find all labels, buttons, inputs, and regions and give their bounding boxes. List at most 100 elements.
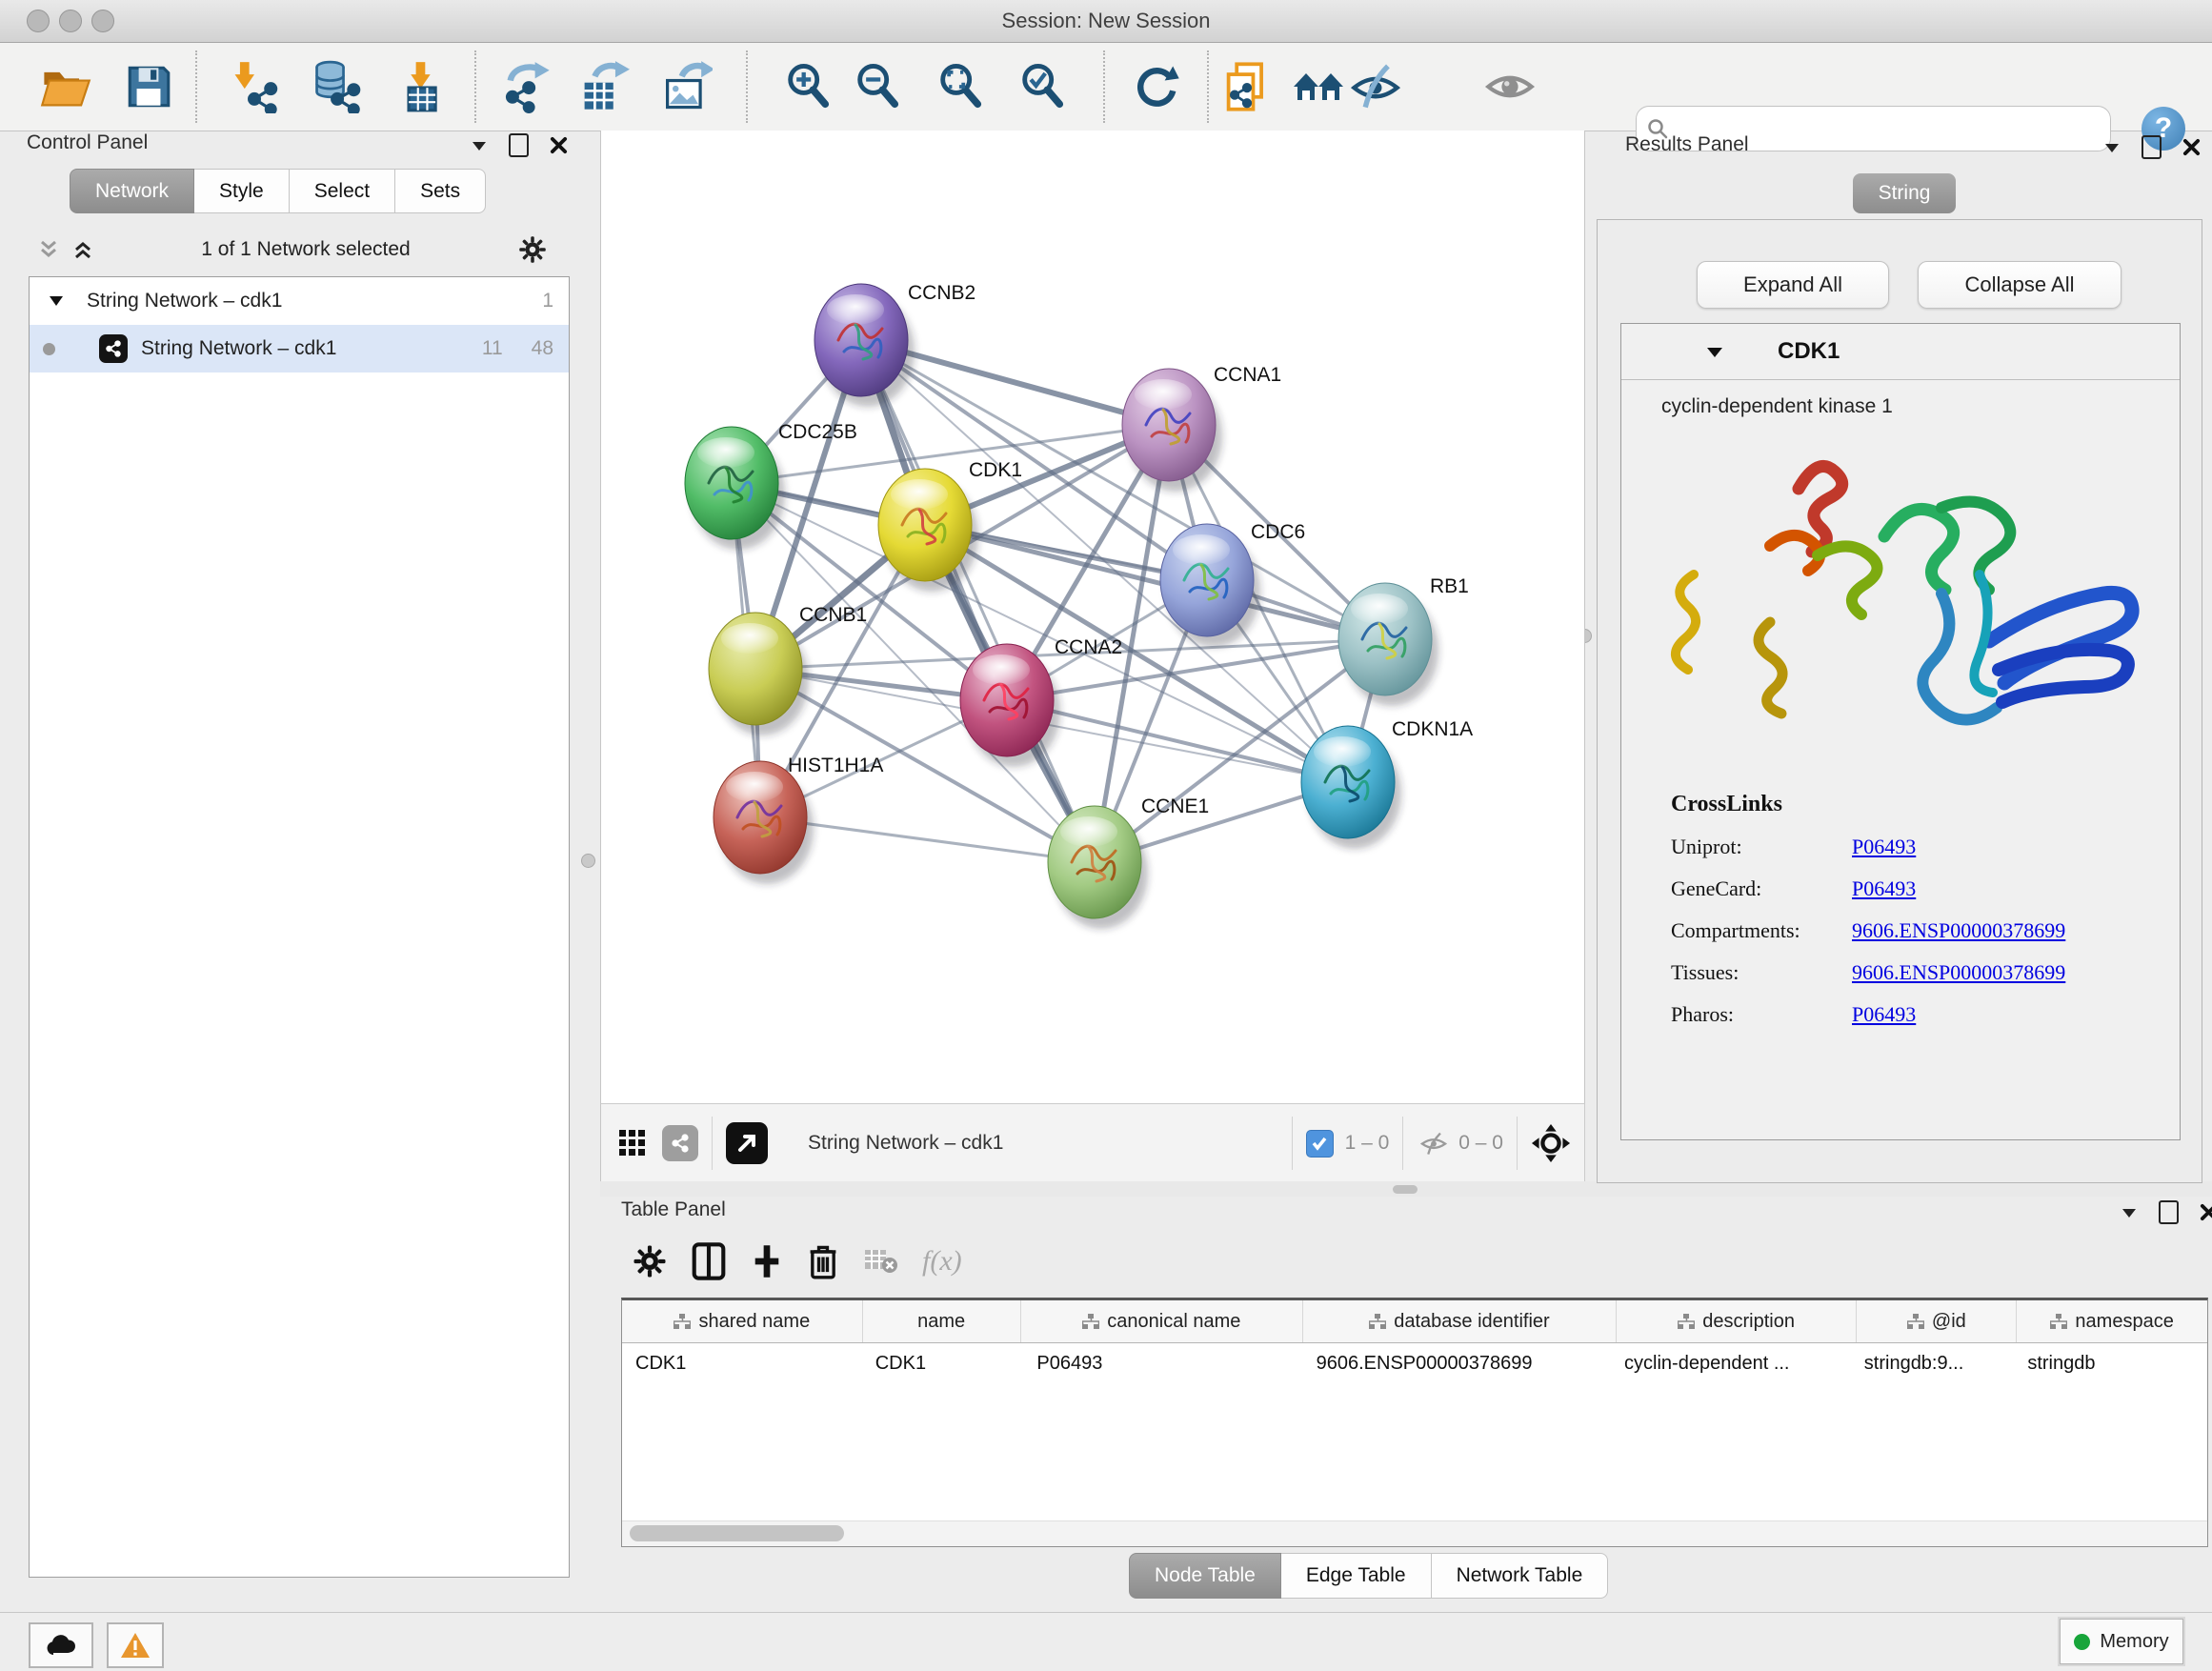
cell-canonical-name[interactable]: P06493	[1023, 1343, 1302, 1383]
panel-collapse-icon[interactable]	[471, 139, 488, 152]
network-canvas[interactable]: CCNB2CCNA1CDC25BCDK1CDC6RB1CCNB1CCNA2CDK…	[600, 131, 1585, 1103]
crosslink-pharos-link[interactable]: P06493	[1852, 1002, 1916, 1027]
panel-close-icon[interactable]	[2182, 138, 2201, 156]
current-network-title: String Network – cdk1	[808, 1132, 1003, 1155]
collapse-all-trees-icon[interactable]	[38, 239, 59, 260]
node-CCNB2[interactable]: CCNB2	[814, 282, 975, 407]
crosslink-genecard-link[interactable]: P06493	[1852, 876, 1916, 901]
column-header-database-identifier[interactable]: database identifier	[1303, 1300, 1617, 1342]
pan-crosshair-icon[interactable]	[1531, 1123, 1571, 1163]
network-collection-row[interactable]: String Network – cdk1 1	[30, 277, 569, 325]
column-header-shared-name[interactable]: shared name	[622, 1300, 863, 1342]
column-header-description[interactable]: description	[1617, 1300, 1858, 1342]
selected-checkbox[interactable]	[1306, 1130, 1334, 1158]
panel-float-icon[interactable]	[509, 133, 529, 157]
cloud-status-button[interactable]	[29, 1622, 93, 1668]
crosslink-compartments-link[interactable]: 9606.ENSP00000378699	[1852, 918, 2065, 943]
import-network-from-database-button[interactable]	[302, 52, 371, 121]
crosslink-row: Compartments: 9606.ENSP00000378699	[1671, 918, 2180, 943]
eye-slash-icon	[1349, 60, 1402, 113]
edge-CCNB2-CCNE1[interactable]	[861, 340, 1095, 862]
tab-edge-table[interactable]: Edge Table	[1281, 1553, 1432, 1599]
open-in-new-window-button[interactable]	[726, 1122, 768, 1164]
apply-layout-refresh-button[interactable]	[1122, 52, 1191, 121]
tab-network[interactable]: Network	[70, 169, 194, 213]
export-table-button[interactable]	[569, 52, 637, 121]
tab-node-table[interactable]: Node Table	[1129, 1553, 1281, 1599]
node-CDC6[interactable]: CDC6	[1160, 521, 1305, 647]
column-header-id[interactable]: @id	[1857, 1300, 2017, 1342]
node-CCNE1[interactable]: CCNE1	[1048, 795, 1209, 929]
warnings-button[interactable]	[107, 1622, 164, 1668]
tree-expand-icon[interactable]	[49, 295, 64, 307]
import-table-button[interactable]	[387, 52, 455, 121]
import-network-button[interactable]	[220, 52, 289, 121]
crosslink-tissues-link[interactable]: 9606.ENSP00000378699	[1852, 960, 2065, 985]
delete-column-trash-icon[interactable]	[808, 1243, 838, 1279]
expand-all-button[interactable]: Expand All	[1697, 261, 1889, 309]
network-graph[interactable]: CCNB2CCNA1CDC25BCDK1CDC6RB1CCNB1CCNA2CDK…	[601, 131, 1584, 1103]
export-image-button[interactable]	[652, 52, 720, 121]
panel-collapse-icon[interactable]	[2121, 1206, 2138, 1219]
node-label-HIST1H1A: HIST1H1A	[788, 755, 883, 776]
cell-description[interactable]: cyclin-dependent ...	[1611, 1343, 1851, 1383]
collapse-all-button[interactable]: Collapse All	[1918, 261, 2122, 309]
zoom-out-button[interactable]	[843, 52, 912, 121]
panel-float-icon[interactable]	[2159, 1200, 2179, 1224]
show-all-button[interactable]	[1476, 52, 1544, 121]
left-splitter-handle[interactable]	[581, 854, 595, 868]
memory-button[interactable]: Memory	[2060, 1619, 2183, 1664]
node-table[interactable]: shared name name canonical name database…	[621, 1298, 2208, 1547]
expand-all-trees-icon[interactable]	[72, 239, 93, 260]
table-gear-icon[interactable]	[633, 1244, 667, 1278]
node-HIST1H1A[interactable]: HIST1H1A	[714, 755, 883, 884]
tab-sets[interactable]: Sets	[395, 169, 486, 213]
scrollbar-thumb[interactable]	[630, 1525, 844, 1541]
table-horizontal-scrollbar[interactable]	[622, 1520, 2207, 1546]
panel-float-icon[interactable]	[2142, 135, 2162, 159]
results-tab-string[interactable]: String	[1853, 173, 1956, 213]
table-row[interactable]: CDK1 CDK1 P06493 9606.ENSP00000378699 cy…	[622, 1343, 2207, 1383]
column-header-canonical-name[interactable]: canonical name	[1021, 1300, 1304, 1342]
tab-select[interactable]: Select	[290, 169, 395, 213]
open-session-button[interactable]	[31, 52, 100, 121]
node-RB1[interactable]: RB1	[1338, 575, 1469, 706]
export-network-button[interactable]	[493, 52, 561, 121]
cell-namespace[interactable]: stringdb	[2014, 1343, 2207, 1383]
node-CDKN1A[interactable]: CDKN1A	[1301, 718, 1473, 849]
network-row-selected[interactable]: String Network – cdk1 11 48	[30, 325, 569, 372]
show-columns-icon[interactable]	[692, 1242, 726, 1280]
network-selection-bar: 1 of 1 Network selected	[21, 227, 560, 272]
hide-selected-button[interactable]	[1341, 52, 1410, 121]
horizontal-splitter[interactable]	[600, 1181, 2212, 1197]
crosslink-uniprot-link[interactable]: P06493	[1852, 835, 1916, 859]
clone-network-button[interactable]	[1213, 52, 1281, 121]
panel-close-icon[interactable]	[2200, 1203, 2212, 1221]
protein-card-header[interactable]: CDK1	[1621, 324, 2180, 380]
panel-close-icon[interactable]	[550, 136, 568, 154]
gear-icon[interactable]	[518, 235, 547, 264]
column-header-namespace[interactable]: namespace	[2017, 1300, 2207, 1342]
cell-database-identifier[interactable]: 9606.ENSP00000378699	[1303, 1343, 1611, 1383]
toolbar-separator	[195, 50, 197, 123]
column-header-name[interactable]: name	[863, 1300, 1021, 1342]
zoom-in-button[interactable]	[774, 52, 842, 121]
tab-network-table[interactable]: Network Table	[1432, 1553, 1609, 1599]
zoom-selected-button[interactable]	[1008, 52, 1076, 121]
tab-style[interactable]: Style	[194, 169, 290, 213]
node-CCNA1[interactable]: CCNA1	[1122, 364, 1281, 492]
splitter-grip[interactable]	[1393, 1185, 1418, 1194]
string-style-button[interactable]	[662, 1125, 698, 1161]
panel-collapse-icon[interactable]	[2103, 141, 2121, 154]
add-column-icon[interactable]	[751, 1243, 783, 1279]
node-label-CCNE1: CCNE1	[1141, 795, 1209, 817]
cell-shared-name[interactable]: CDK1	[622, 1343, 862, 1383]
collapse-section-icon[interactable]	[1705, 345, 1724, 359]
toolbar-separator	[1207, 50, 1209, 123]
cell-id[interactable]: stringdb:9...	[1851, 1343, 2015, 1383]
zoom-fit-button[interactable]	[926, 52, 995, 121]
save-session-button[interactable]	[114, 52, 183, 121]
crosslink-label: GeneCard:	[1671, 876, 1852, 901]
birds-eye-grid-icon[interactable]	[618, 1129, 647, 1158]
cell-name[interactable]: CDK1	[862, 1343, 1024, 1383]
